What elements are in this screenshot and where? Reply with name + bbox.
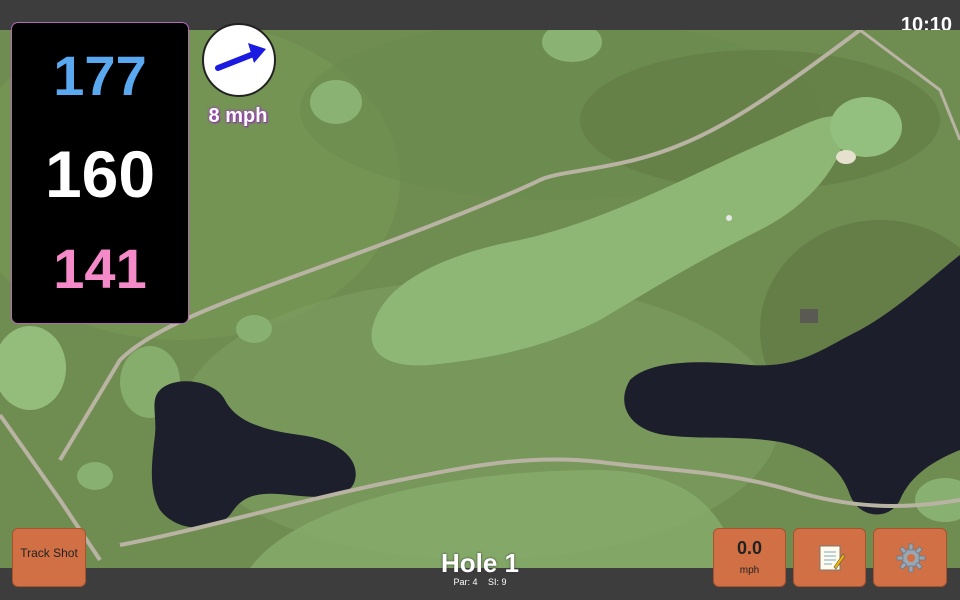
- speed-value: 0.0: [736, 538, 763, 558]
- hole-meta: Par: 4 SI: 9: [380, 577, 580, 587]
- wind-indicator: [202, 23, 276, 97]
- pin-marker: [726, 215, 732, 221]
- speed-unit: mph: [739, 565, 760, 576]
- wind-speed-label: 8 mph: [208, 105, 268, 127]
- green: [77, 462, 113, 490]
- wind-arrow-icon: [215, 43, 266, 71]
- green: [236, 315, 272, 343]
- hole-title: Hole 1: [440, 548, 520, 578]
- hole-par: Par: 4: [453, 577, 478, 587]
- notepad-icon: [819, 545, 846, 571]
- shelter: [800, 309, 818, 323]
- track-shot-label: Track Shot: [20, 546, 78, 560]
- speed-button[interactable]: 0.0 mph: [713, 528, 786, 587]
- middle-distance: 160: [44, 137, 156, 211]
- hole-stroke-index: SI: 9: [488, 577, 507, 587]
- notes-button[interactable]: [793, 528, 866, 587]
- track-shot-button[interactable]: Track Shot: [12, 528, 86, 587]
- back-distance: 177: [53, 44, 147, 107]
- gear-icon: [896, 543, 926, 573]
- bunker: [836, 150, 856, 164]
- distance-panel: 177 160 141: [12, 23, 188, 323]
- green: [830, 97, 902, 157]
- green: [310, 80, 362, 124]
- front-distance: 141: [53, 237, 147, 300]
- settings-button[interactable]: [873, 528, 947, 587]
